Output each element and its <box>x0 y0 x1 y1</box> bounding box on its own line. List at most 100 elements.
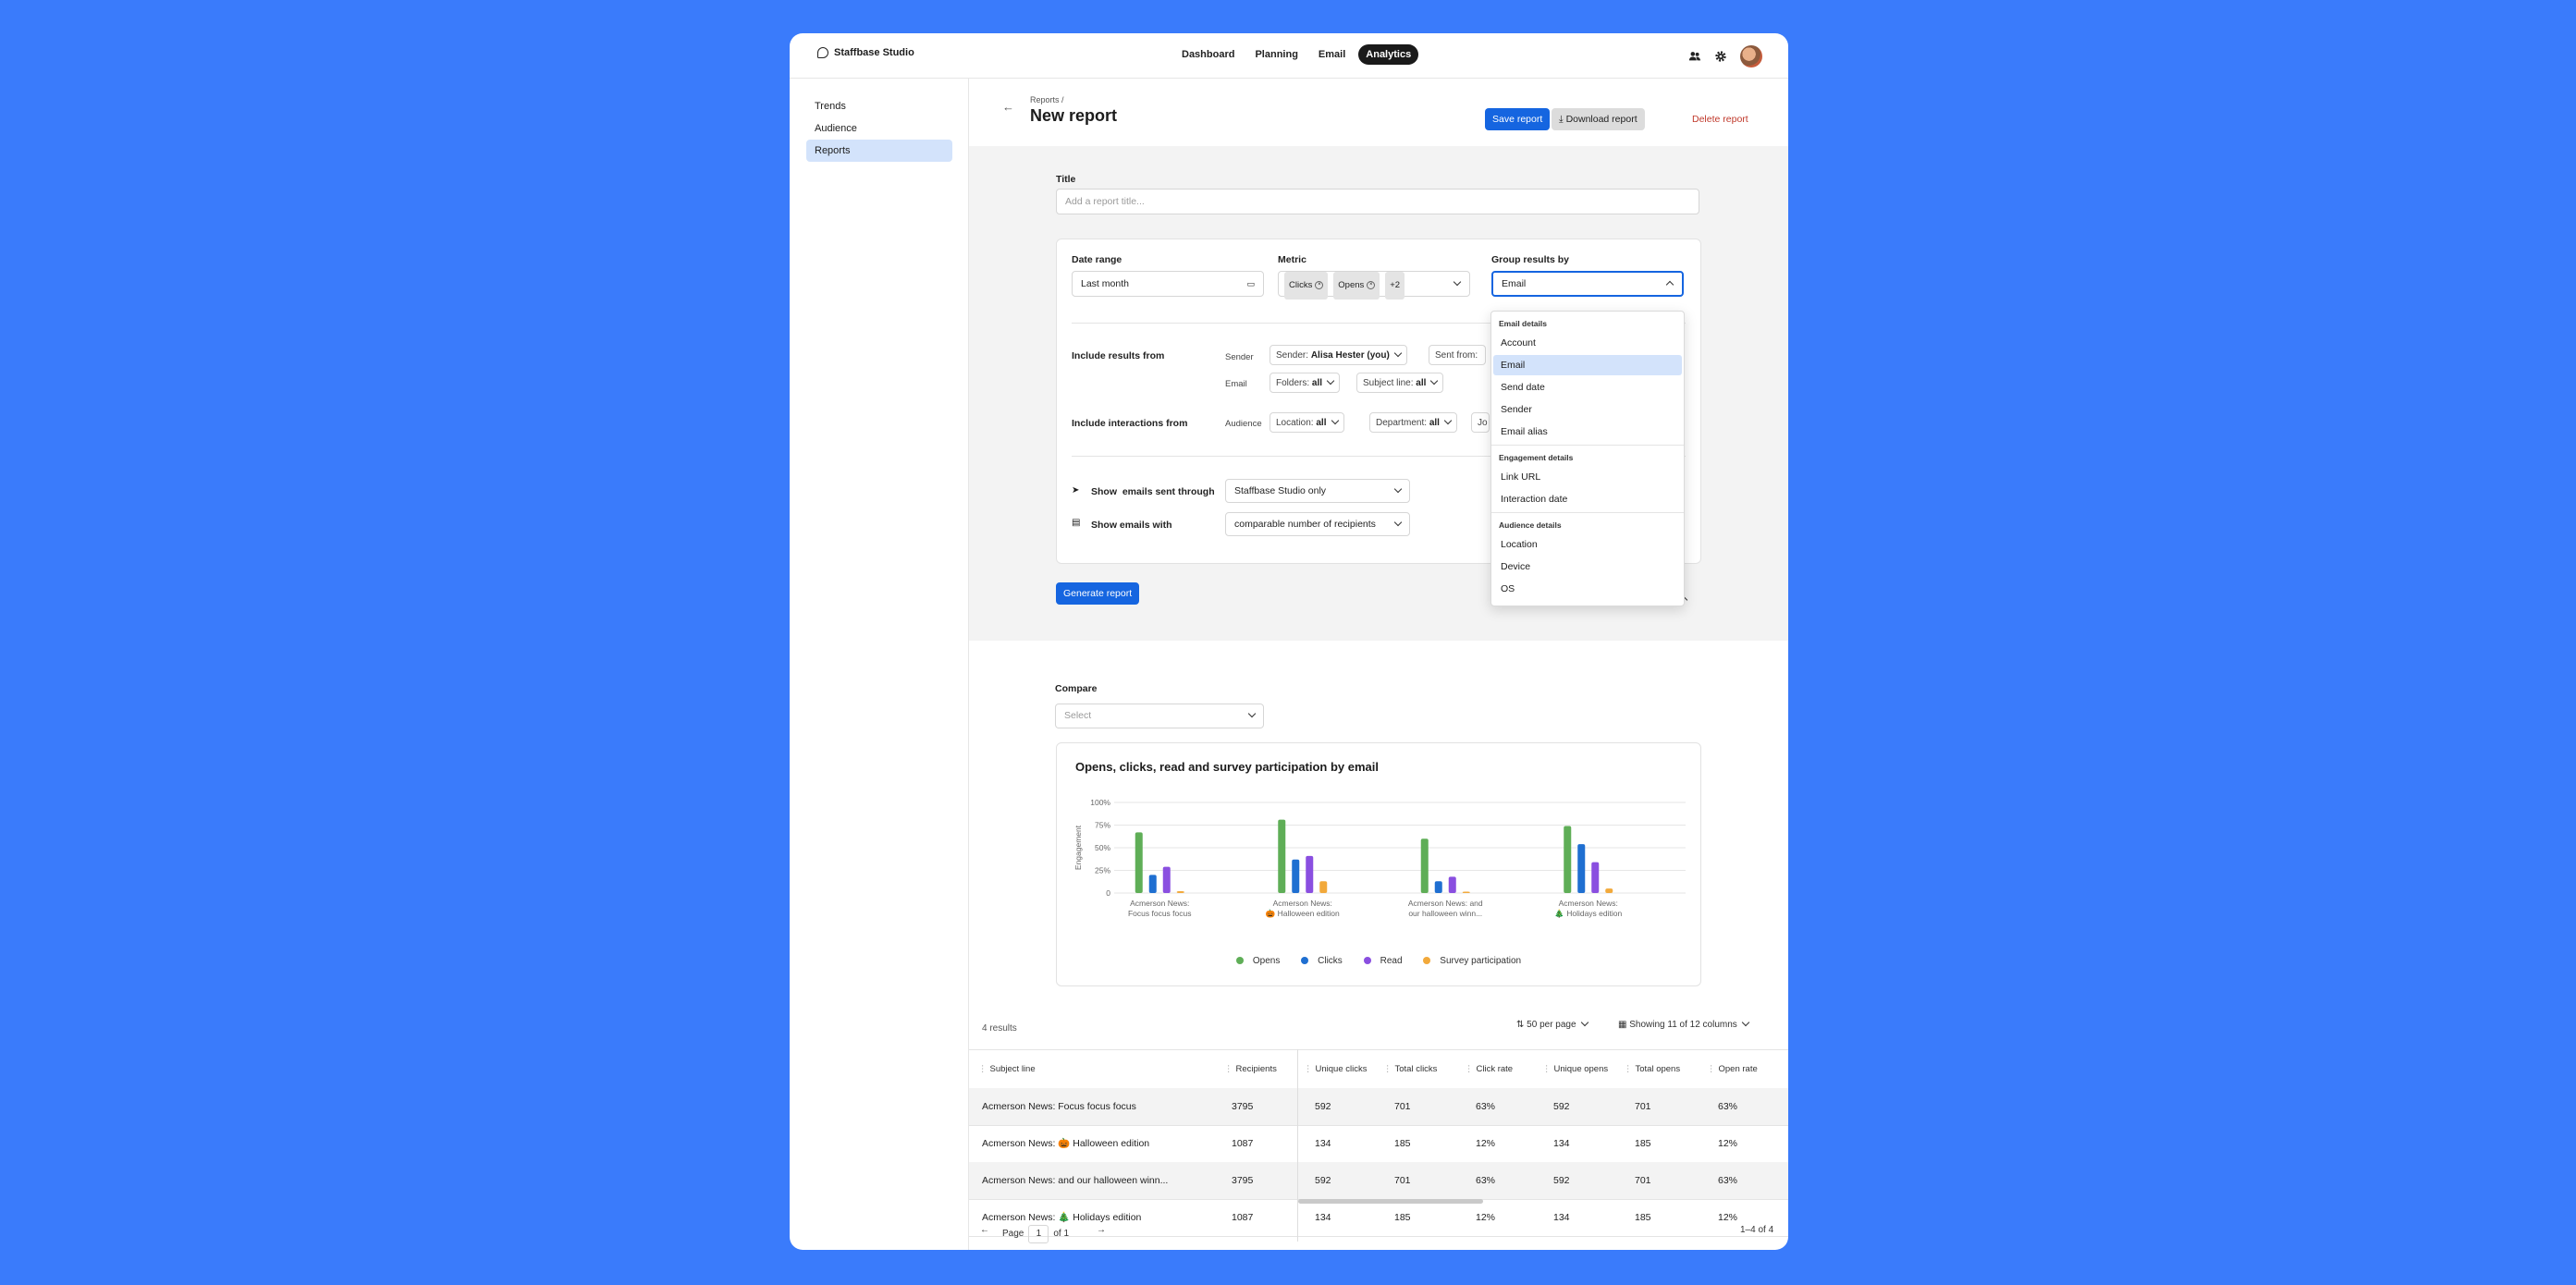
legend-clicks[interactable]: Clicks <box>1296 956 1347 966</box>
legend-opens[interactable]: Opens <box>1232 956 1284 966</box>
nav-dashboard[interactable]: Dashboard <box>1174 44 1242 65</box>
table-cell: 592 <box>1553 1175 1570 1186</box>
dropdown-heading-engagement: Engagement details <box>1499 453 1574 462</box>
legend-read[interactable]: Read <box>1359 956 1407 966</box>
chevron-down-icon <box>1449 272 1462 296</box>
table-row[interactable]: Acmerson News: 🎄 Holidays edition 1087 134… <box>969 1199 1788 1237</box>
column-header[interactable]: ⋮ Unique clicks <box>1304 1050 1367 1089</box>
engagement-chart: 100%75%50%25%0EngagementAcmerson News:Fo… <box>1073 798 1686 918</box>
nav-planning[interactable]: Planning <box>1247 44 1305 65</box>
sender-filter[interactable]: Sender: Alisa Hester (you) <box>1270 345 1407 365</box>
bar-survey-participation <box>1605 888 1613 893</box>
chart-legend: Opens Clicks Read Survey participation <box>1057 956 1700 966</box>
users-icon[interactable] <box>1688 50 1701 63</box>
metric-multiselect[interactable]: Clicks × Opens × +2 <box>1278 271 1470 300</box>
table-cell: 701 <box>1394 1101 1411 1112</box>
sent-from-filter[interactable]: Sent from: <box>1429 345 1486 365</box>
group-results-dropdown: Email details Account Email Send date Se… <box>1490 311 1685 606</box>
column-header[interactable]: ⋮ Subject line <box>978 1050 1036 1089</box>
table-row[interactable]: Acmerson News: 🎃 Halloween edition 1087 13… <box>969 1125 1788 1163</box>
column-header[interactable]: ⋮ Unique opens <box>1542 1050 1608 1089</box>
subject-line-filter[interactable]: Subject line: all <box>1356 373 1444 393</box>
back-arrow-icon[interactable]: ← <box>1002 100 1014 114</box>
bar-survey-participation <box>1462 891 1470 893</box>
avatar[interactable] <box>1740 45 1762 67</box>
y-axis-label: Engagement <box>1073 825 1083 870</box>
dropdown-option-device[interactable]: Device <box>1493 557 1682 577</box>
include-results-label: Include results from <box>1072 350 1165 361</box>
download-report-button[interactable]: ⤓ Download report <box>1552 108 1645 130</box>
table-row[interactable]: Acmerson News: and our halloween winn...… <box>969 1162 1788 1200</box>
group-results-label: Group results by <box>1491 254 1570 265</box>
bar-survey-participation <box>1176 891 1184 893</box>
x-tick-label: Acmerson News: <box>1130 899 1189 908</box>
column-header[interactable]: ⋮ Total opens <box>1624 1050 1680 1089</box>
sidebar-item-reports[interactable]: Reports <box>806 140 952 162</box>
date-range-field[interactable]: Last month ▭ <box>1072 271 1264 297</box>
table-cell: 12% <box>1476 1212 1496 1223</box>
y-tick-label: 75% <box>1095 821 1110 830</box>
dropdown-option-email[interactable]: Email <box>1493 355 1682 375</box>
per-page-select[interactable]: ⇅ 50 per page <box>1516 1018 1589 1030</box>
table-cell: 592 <box>1315 1175 1331 1186</box>
page-input[interactable]: 1 <box>1028 1225 1049 1243</box>
gear-icon[interactable] <box>1714 50 1727 63</box>
horizontal-scrollbar[interactable] <box>1298 1199 1483 1204</box>
next-page-icon[interactable]: → <box>1097 1225 1106 1235</box>
email-label: Email <box>1225 379 1247 389</box>
nav-email[interactable]: Email <box>1311 44 1353 65</box>
job-filter[interactable]: Jo <box>1471 412 1490 433</box>
date-range-label: Date range <box>1072 254 1122 265</box>
metric-chip-clicks[interactable]: Clicks × <box>1284 272 1329 300</box>
metric-chip-opens[interactable]: Opens × <box>1333 272 1380 300</box>
table-cell: 3795 <box>1232 1175 1254 1186</box>
metric-more-chip[interactable]: +2 <box>1385 272 1405 300</box>
show-with-select[interactable]: comparable number of recipients <box>1225 512 1410 536</box>
dropdown-option-account[interactable]: Account <box>1493 333 1682 353</box>
table-cell: 134 <box>1553 1212 1570 1223</box>
table-cell: 63% <box>1476 1175 1496 1186</box>
save-report-button[interactable]: Save report <box>1485 108 1551 130</box>
column-header[interactable]: ⋮ Click rate <box>1465 1050 1513 1089</box>
brand[interactable]: Staffbase Studio <box>817 47 914 58</box>
delete-report-button[interactable]: Delete report <box>1692 108 1748 130</box>
dropdown-option-interaction-date[interactable]: Interaction date <box>1493 489 1682 509</box>
table-cell: 134 <box>1315 1138 1331 1149</box>
column-header[interactable]: ⋮ Recipients <box>1224 1050 1277 1089</box>
title-input[interactable]: Add a report title... <box>1056 189 1699 214</box>
dropdown-option-os[interactable]: OS <box>1493 579 1682 599</box>
bar-read <box>1162 866 1171 893</box>
remove-chip-icon[interactable]: × <box>1315 280 1324 289</box>
nav-analytics[interactable]: Analytics <box>1358 44 1419 65</box>
remove-chip-icon[interactable]: × <box>1367 280 1376 289</box>
dropdown-option-location[interactable]: Location <box>1493 534 1682 555</box>
department-filter[interactable]: Department: all <box>1369 412 1457 433</box>
compare-select[interactable]: Select <box>1055 704 1264 728</box>
dropdown-option-sender[interactable]: Sender <box>1493 399 1682 420</box>
table-row[interactable]: Acmerson News: Focus focus focus 3795 592 7… <box>969 1088 1788 1126</box>
group-results-select[interactable]: Email <box>1491 271 1684 297</box>
table-cell: 701 <box>1635 1101 1651 1112</box>
dropdown-separator <box>1491 512 1684 513</box>
generate-report-button[interactable]: Generate report <box>1056 582 1140 605</box>
title-label: Title <box>1056 174 1076 185</box>
sidebar-item-trends[interactable]: Trends <box>806 95 952 117</box>
bar-clicks <box>1148 875 1157 893</box>
column-header[interactable]: ⋮ Total clicks <box>1383 1050 1437 1089</box>
show-sent-label: Show emails sent through <box>1091 486 1215 497</box>
dropdown-option-link-url[interactable]: Link URL <box>1493 467 1682 487</box>
legend-survey[interactable]: Survey participation <box>1418 956 1526 966</box>
breadcrumb[interactable]: Reports / <box>1030 95 1064 104</box>
columns-select[interactable]: ▦ Showing 11 of 12 columns <box>1618 1018 1750 1030</box>
prev-page-icon[interactable]: ← <box>980 1225 989 1235</box>
location-filter[interactable]: Location: all <box>1270 412 1344 433</box>
column-header[interactable]: ⋮ Open rate <box>1707 1050 1758 1089</box>
table-cell: Acmerson News: Focus focus focus <box>982 1101 1136 1112</box>
sidebar-item-audience[interactable]: Audience <box>806 117 952 140</box>
folders-filter[interactable]: Folders: all <box>1270 373 1341 393</box>
dropdown-heading-email-details: Email details <box>1499 319 1547 328</box>
sent-through-select[interactable]: Staffbase Studio only <box>1225 479 1410 503</box>
top-icons <box>1688 45 1762 67</box>
dropdown-option-email-alias[interactable]: Email alias <box>1493 422 1682 442</box>
dropdown-option-send-date[interactable]: Send date <box>1493 377 1682 398</box>
